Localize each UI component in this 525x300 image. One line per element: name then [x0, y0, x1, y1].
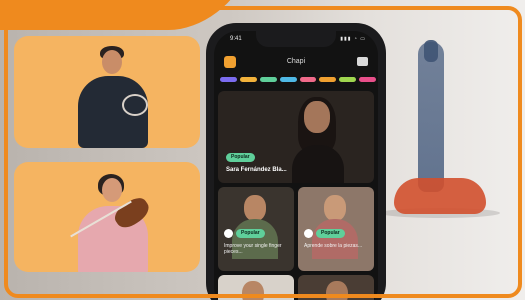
status-badge: Popular	[316, 229, 345, 238]
category-chip[interactable]	[339, 77, 357, 82]
decorative-bottle-top	[424, 40, 438, 62]
featured-face	[304, 101, 330, 133]
category-chip[interactable]	[279, 77, 297, 82]
violinist-head	[102, 178, 122, 202]
featured-name: Sara Fernández Bla...	[226, 167, 287, 173]
card-body	[312, 219, 358, 259]
card-face	[244, 195, 266, 221]
decorative-bottle	[418, 42, 444, 192]
promo-banner: 9:41 ▮▮▮ ◔ ▭ Chapi Popular Sara Fernánde…	[0, 0, 525, 300]
category-chip[interactable]	[239, 77, 257, 82]
phone-notch	[256, 31, 336, 47]
phone-mockup: 9:41 ▮▮▮ ◔ ▭ Chapi Popular Sara Fernánde…	[206, 23, 386, 300]
cable-icon	[122, 94, 148, 116]
category-chip[interactable]	[259, 77, 277, 82]
category-chip[interactable]	[359, 77, 376, 82]
teacher-head	[102, 50, 122, 74]
card-title: Aprende sobre la piezas...	[304, 243, 363, 249]
category-chip[interactable]	[299, 77, 317, 82]
status-badge: Popular	[236, 229, 265, 238]
lesson-card[interactable]: Popular Aprende sobre la piezas...	[298, 187, 374, 271]
play-icon[interactable]	[304, 229, 313, 238]
card-title: Improve your single finger pieces...	[224, 243, 282, 255]
category-chip[interactable]	[319, 77, 337, 82]
status-badge: Popular	[226, 153, 255, 162]
featured-card[interactable]: Popular Sara Fernández Bla...	[218, 91, 374, 183]
lesson-card[interactable]	[298, 275, 374, 300]
app-title: Chapi	[286, 58, 306, 65]
phone-screen: 9:41 ▮▮▮ ◔ ▭ Chapi Popular Sara Fernánde…	[214, 31, 378, 300]
play-icon[interactable]	[224, 229, 233, 238]
brand-tab	[0, 0, 252, 30]
video-panel-teacher[interactable]	[14, 36, 200, 148]
app-header: Chapi	[214, 51, 378, 73]
chat-icon[interactable]	[357, 57, 368, 66]
card-face	[324, 195, 346, 221]
video-panel-violinist[interactable]	[14, 162, 200, 272]
lesson-card[interactable]: Popular Improve your single finger piece…	[218, 187, 294, 271]
decorative-base	[394, 178, 486, 214]
status-icons: ▮▮▮ ◔ ▭	[340, 36, 366, 42]
featured-body	[292, 145, 344, 183]
category-chips	[220, 77, 376, 85]
card-face	[326, 281, 348, 300]
category-chip[interactable]	[220, 77, 237, 82]
status-time: 9:41	[230, 36, 242, 42]
card-face	[242, 281, 264, 300]
lesson-card[interactable]	[218, 275, 294, 300]
